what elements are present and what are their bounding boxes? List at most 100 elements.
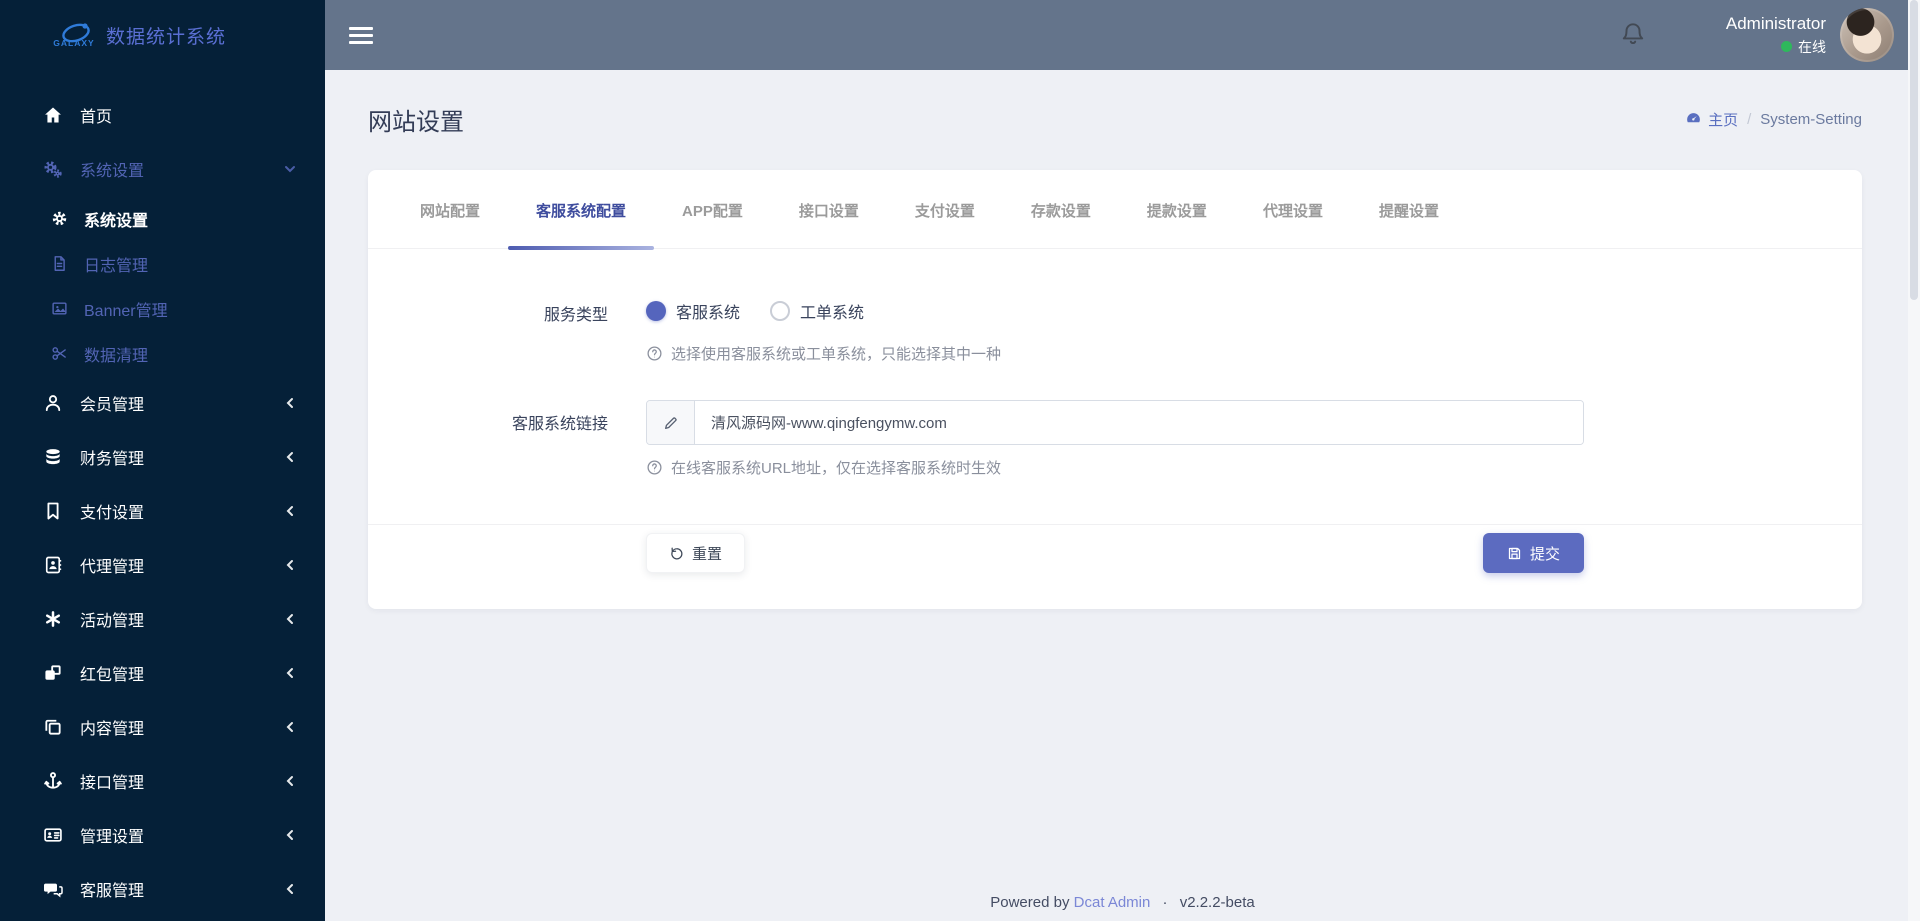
main-content: 网站设置 主页 / System-Setting 网站配置 客服系统配置 APP… bbox=[325, 70, 1920, 921]
svg-text:GALAXY: GALAXY bbox=[53, 38, 94, 48]
sidebar-item-system-settings-parent[interactable]: 系统设置 bbox=[0, 142, 325, 196]
user-avatar[interactable] bbox=[1840, 8, 1894, 62]
sidebar-item-member-management[interactable]: 会员管理 bbox=[0, 376, 325, 430]
submit-button[interactable]: 提交 bbox=[1482, 533, 1584, 573]
settings-card: 网站配置 客服系统配置 APP配置 接口设置 支付设置 存款设置 提款设置 代理… bbox=[368, 170, 1862, 609]
sidebar-item-label: 支付设置 bbox=[80, 505, 145, 522]
sidebar-item-label: 系统设置 bbox=[80, 163, 145, 180]
sidebar-item-label: 数据清理 bbox=[84, 347, 149, 365]
question-circle-icon bbox=[647, 460, 662, 475]
service-link-input-group bbox=[646, 400, 1584, 445]
sidebar-item-label: 内容管理 bbox=[80, 721, 145, 738]
sidebar-item-content-management[interactable]: 内容管理 bbox=[0, 700, 325, 754]
chevron-left-icon bbox=[283, 666, 297, 680]
sidebar: GALAXY 数据统计系统 首页 系统设置 系统设置 日志管理 Banner管理… bbox=[0, 0, 325, 921]
reset-button[interactable]: 重置 bbox=[646, 533, 746, 573]
breadcrumb-home-link[interactable]: 主页 bbox=[1685, 109, 1738, 130]
sidebar-toggle-button[interactable] bbox=[349, 23, 373, 48]
breadcrumb-current: System-Setting bbox=[1760, 110, 1862, 128]
tab-app-config[interactable]: APP配置 bbox=[654, 170, 771, 248]
chevron-left-icon bbox=[283, 396, 297, 410]
user-info[interactable]: Administrator 在线 bbox=[1726, 14, 1826, 57]
submit-button-label: 提交 bbox=[1529, 545, 1560, 563]
sidebar-subitem-banner-management[interactable]: Banner管理 bbox=[0, 286, 325, 331]
help-text: 在线客服系统URL地址，仅在选择客服系统时生效 bbox=[671, 460, 1002, 477]
scrollbar[interactable] bbox=[1908, 0, 1920, 921]
service-type-label: 服务类型 bbox=[543, 307, 608, 324]
sidebar-item-activity-management[interactable]: 活动管理 bbox=[0, 592, 325, 646]
tab-customer-service-config[interactable]: 客服系统配置 bbox=[508, 170, 655, 250]
question-circle-icon bbox=[647, 346, 662, 361]
sidebar-item-label: 日志管理 bbox=[84, 257, 149, 275]
sidebar-subitem-log-management[interactable]: 日志管理 bbox=[0, 241, 325, 286]
cogs-icon bbox=[42, 158, 64, 180]
dcat-admin-link[interactable]: Dcat Admin bbox=[1074, 894, 1151, 911]
scissors-icon bbox=[50, 343, 68, 365]
address-book-icon bbox=[42, 554, 64, 576]
chevron-left-icon bbox=[283, 882, 297, 896]
footer-dot: · bbox=[1162, 894, 1168, 911]
database-icon bbox=[42, 446, 64, 468]
tab-reminder-settings[interactable]: 提醒设置 bbox=[1351, 170, 1467, 248]
sidebar-item-label: 管理设置 bbox=[80, 829, 145, 846]
online-status-dot bbox=[1781, 41, 1792, 52]
sidebar-item-finance-management[interactable]: 财务管理 bbox=[0, 430, 325, 484]
radio-label: 工单系统 bbox=[800, 305, 865, 322]
sidebar-item-label: 接口管理 bbox=[80, 775, 145, 792]
breadcrumb-separator: / bbox=[1747, 110, 1752, 128]
tab-withdrawal-settings[interactable]: 提款设置 bbox=[1119, 170, 1235, 248]
pencil-icon bbox=[647, 401, 695, 444]
chevron-left-icon bbox=[283, 720, 297, 734]
sidebar-item-label: Banner管理 bbox=[84, 302, 168, 320]
radio-customer-service-system[interactable]: 客服系统 bbox=[646, 299, 740, 323]
submenu-system-settings: 系统设置 日志管理 Banner管理 数据清理 bbox=[0, 196, 325, 376]
sidebar-item-label: 客服管理 bbox=[80, 883, 145, 900]
powered-by-text: Powered by bbox=[990, 894, 1070, 911]
service-link-help: 在线客服系统URL地址，仅在选择客服系统时生效 bbox=[646, 457, 1584, 478]
radio-selected-icon[interactable] bbox=[646, 301, 666, 321]
scrollbar-thumb[interactable] bbox=[1910, 0, 1918, 300]
app-title: 数据统计系统 bbox=[106, 26, 227, 48]
image-icon bbox=[50, 298, 68, 320]
asterisk-icon bbox=[42, 608, 64, 630]
id-card-icon bbox=[42, 824, 64, 846]
sidebar-subitem-system-settings[interactable]: 系统设置 bbox=[0, 196, 325, 241]
chevron-left-icon bbox=[283, 774, 297, 788]
brand[interactable]: GALAXY 数据统计系统 bbox=[0, 0, 325, 70]
save-icon bbox=[1508, 547, 1521, 559]
tab-api-settings[interactable]: 接口设置 bbox=[771, 170, 887, 248]
chevron-left-icon bbox=[283, 450, 297, 464]
service-link-input[interactable] bbox=[695, 401, 1583, 444]
sidebar-item-redpacket-management[interactable]: 红包管理 bbox=[0, 646, 325, 700]
tab-agent-settings[interactable]: 代理设置 bbox=[1235, 170, 1351, 248]
sidebar-item-label: 会员管理 bbox=[80, 397, 145, 414]
reset-button-label: 重置 bbox=[692, 545, 723, 563]
sidebar-item-label: 红包管理 bbox=[80, 667, 145, 684]
tab-website-config[interactable]: 网站配置 bbox=[392, 170, 508, 248]
online-status-label: 在线 bbox=[1798, 38, 1826, 55]
sidebar-item-payment-settings[interactable]: 支付设置 bbox=[0, 484, 325, 538]
tab-deposit-settings[interactable]: 存款设置 bbox=[1003, 170, 1119, 248]
file-icon bbox=[50, 253, 68, 275]
dashboard-icon bbox=[1687, 112, 1700, 122]
undo-icon bbox=[671, 547, 683, 559]
anchor-icon bbox=[42, 770, 64, 792]
sidebar-item-home[interactable]: 首页 bbox=[0, 88, 325, 142]
tab-payment-settings[interactable]: 支付设置 bbox=[887, 170, 1003, 248]
radio-ticket-system[interactable]: 工单系统 bbox=[770, 299, 864, 323]
galaxy-logo-icon: GALAXY bbox=[52, 18, 96, 52]
user-name: Administrator bbox=[1725, 13, 1826, 33]
sidebar-subitem-data-cleanup[interactable]: 数据清理 bbox=[0, 331, 325, 376]
sidebar-item-customer-service-management[interactable]: 客服管理 bbox=[0, 862, 325, 916]
sidebar-item-agent-management[interactable]: 代理管理 bbox=[0, 538, 325, 592]
page-footer: Powered by Dcat Admin · v2.2.2-beta bbox=[325, 894, 1920, 911]
radio-unselected-icon[interactable] bbox=[770, 301, 791, 321]
home-icon bbox=[42, 104, 64, 126]
sidebar-item-admin-settings[interactable]: 管理设置 bbox=[0, 808, 325, 862]
comments-icon bbox=[42, 878, 64, 900]
notifications-bell-icon[interactable] bbox=[1620, 20, 1650, 50]
sidebar-item-api-management[interactable]: 接口管理 bbox=[0, 754, 325, 808]
top-header: Administrator 在线 bbox=[325, 0, 1920, 70]
sidebar-item-label: 代理管理 bbox=[80, 559, 145, 576]
settings-form: 服务类型 客服系统 工单系统 选择使用客服系统或工单系统，只能选择其中一种 客服… bbox=[368, 249, 1862, 478]
